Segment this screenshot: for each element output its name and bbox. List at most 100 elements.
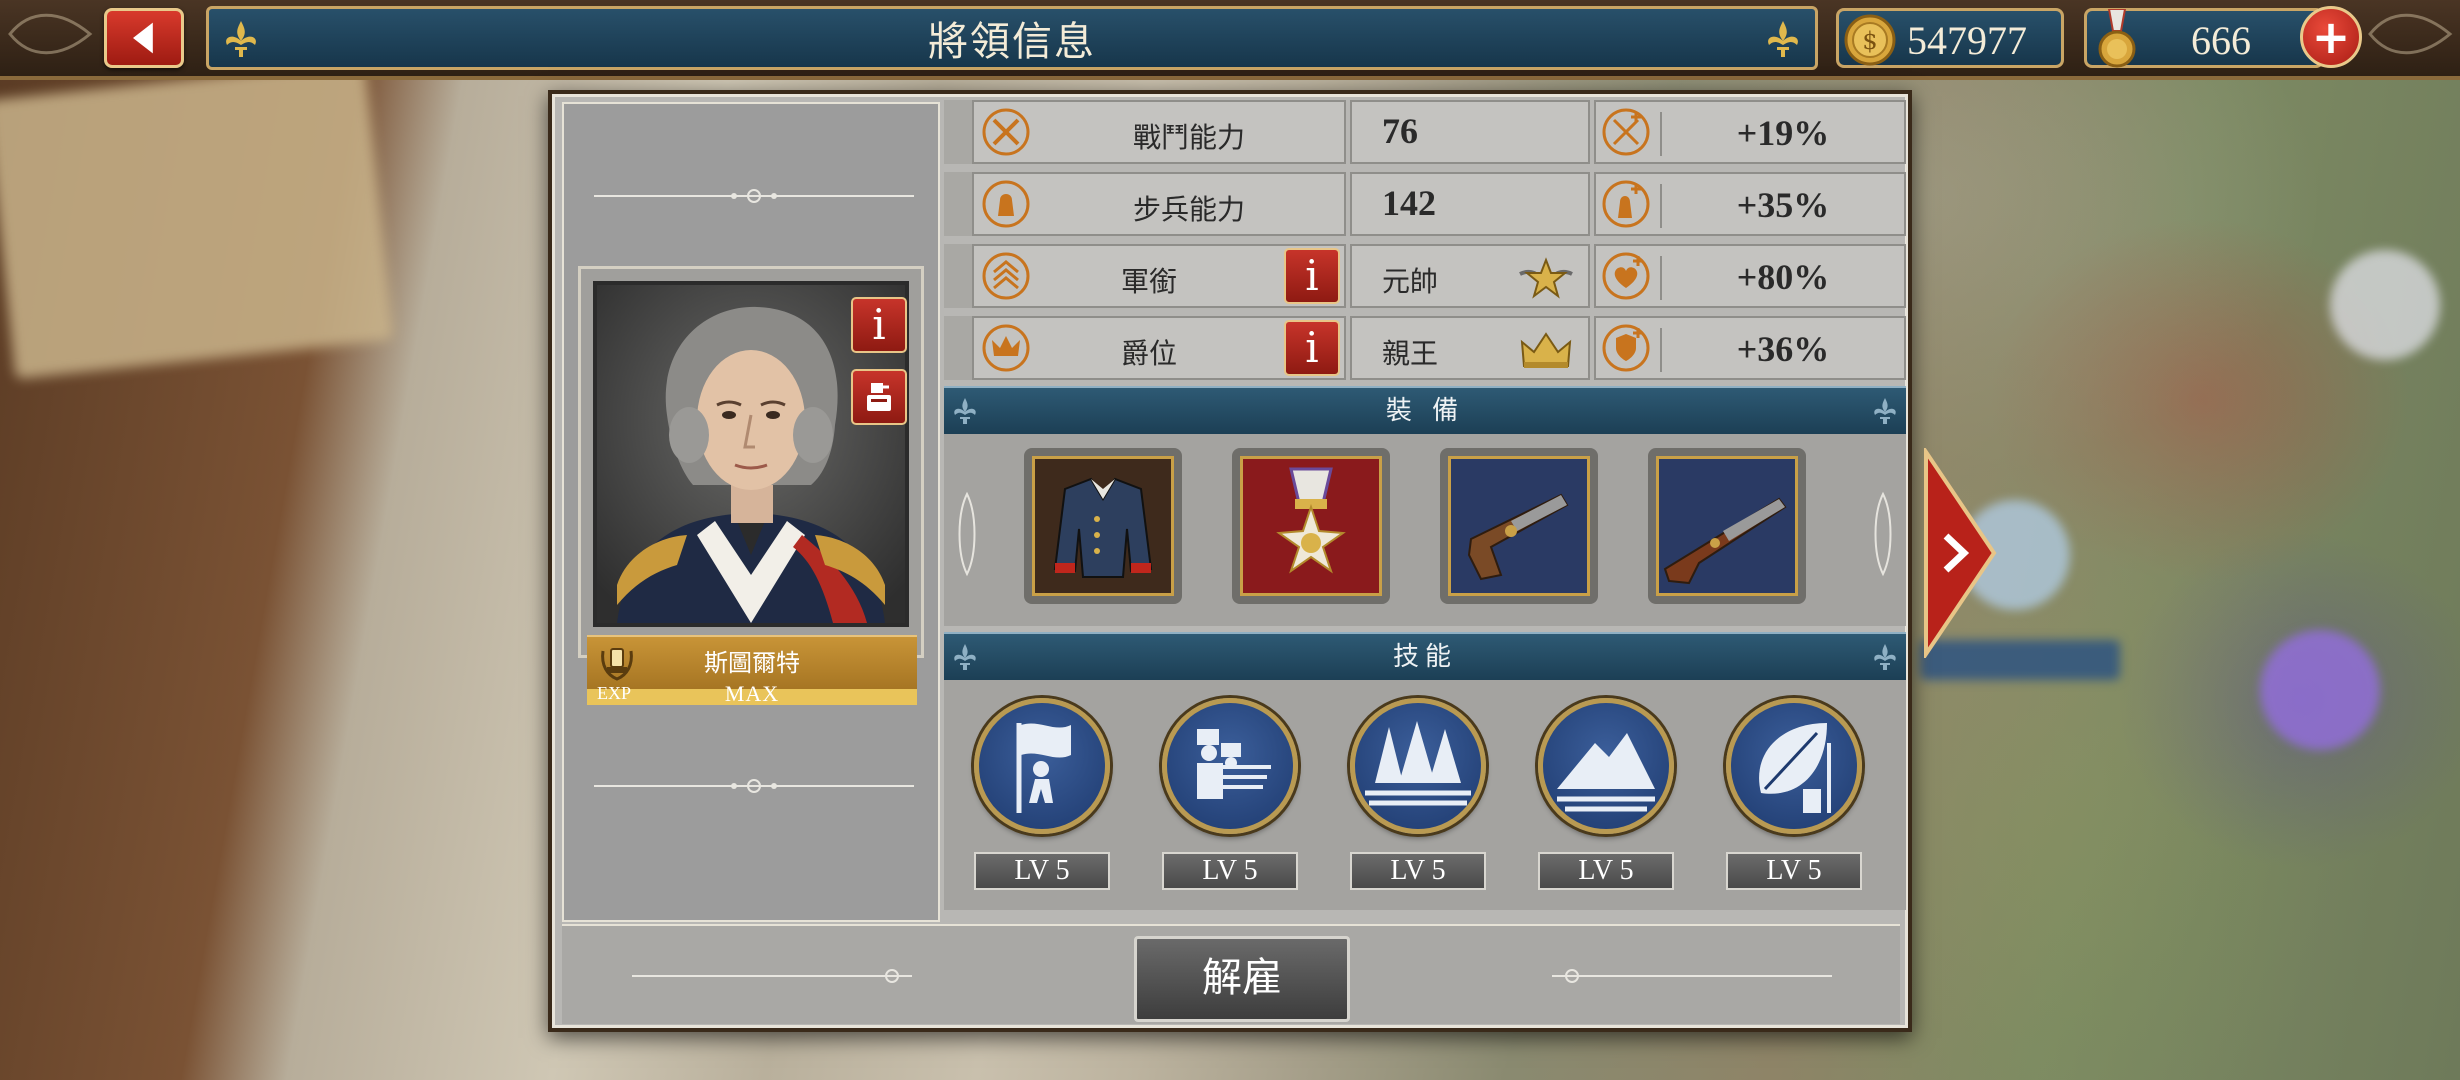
action-bar: 解雇 bbox=[562, 924, 1900, 1024]
skill-level: LV 5 bbox=[974, 852, 1110, 890]
stat-label: 軍銜 bbox=[1120, 265, 1177, 298]
scroll-document-icon bbox=[867, 383, 891, 411]
chevron-rank-icon bbox=[982, 252, 1030, 300]
side-ornament-icon bbox=[958, 491, 976, 577]
gold-coin-icon: $ bbox=[1844, 14, 1896, 66]
stat-label: 戰鬥能力 bbox=[1132, 121, 1245, 154]
ornament-icon bbox=[2368, 13, 2453, 55]
musket-icon bbox=[1663, 497, 1787, 585]
equipment-slot-uniform[interactable] bbox=[1024, 448, 1182, 604]
stat-label: 爵位 bbox=[1120, 337, 1177, 370]
fleur-de-lis-icon bbox=[1874, 644, 1896, 670]
divider-ornament-icon bbox=[1552, 969, 1832, 983]
fleur-de-lis-icon bbox=[1768, 21, 1798, 57]
title-info-button[interactable]: i bbox=[1284, 320, 1340, 376]
crown-icon bbox=[982, 324, 1030, 372]
stat-bonus: +19% bbox=[1660, 112, 1904, 156]
shield-bonus-icon bbox=[1602, 324, 1650, 372]
stats-table: 戰鬥能力 76 +19% 步兵能力 142 +35% 軍銜 i 元帥 +80% … bbox=[944, 98, 1906, 386]
equipment-slot-musket[interactable] bbox=[1648, 448, 1806, 604]
leaf-defense-icon bbox=[1759, 723, 1831, 813]
row-ornament bbox=[944, 172, 972, 236]
skill-slot[interactable]: LV 5 bbox=[1162, 698, 1298, 890]
divider-ornament-icon bbox=[632, 969, 912, 983]
uniform-icon bbox=[1053, 477, 1153, 578]
equipment-slot-medal[interactable] bbox=[1232, 448, 1390, 604]
infantry-helmet-icon bbox=[982, 180, 1030, 228]
background-marker bbox=[2260, 630, 2380, 750]
general-name: 斯圖爾特 bbox=[704, 649, 800, 677]
skill-slot[interactable]: LV 5 bbox=[1350, 698, 1486, 890]
skill-level: LV 5 bbox=[1726, 852, 1862, 890]
skill-slot[interactable]: LV 5 bbox=[1726, 698, 1862, 890]
combat-bonus-icon bbox=[1602, 108, 1650, 156]
stat-bonus: +80% bbox=[1660, 256, 1904, 300]
fleur-de-lis-icon bbox=[954, 644, 976, 670]
marshal-star-icon bbox=[1519, 257, 1573, 299]
title-bar: 將領信息 bbox=[206, 6, 1818, 70]
infantry-bonus-icon bbox=[1602, 180, 1650, 228]
stat-value: 元帥 bbox=[1382, 265, 1439, 298]
skill-slot[interactable]: LV 5 bbox=[974, 698, 1110, 890]
portrait-frame: i 斯圖爾特 EXP MAX bbox=[578, 266, 924, 706]
fleur-de-lis-icon bbox=[1874, 398, 1896, 424]
medal-currency-icon bbox=[2098, 9, 2136, 68]
pistol-icon bbox=[1467, 493, 1569, 581]
row-ornament bbox=[944, 244, 972, 308]
page-title: 將領信息 bbox=[928, 19, 1096, 65]
infantry-volley-icon bbox=[1197, 729, 1271, 799]
ornament-icon bbox=[8, 13, 93, 55]
stat-row-combat: 戰鬥能力 76 +19% bbox=[944, 98, 1906, 166]
crossed-swords-icon bbox=[982, 108, 1030, 156]
medal-icon bbox=[1276, 467, 1346, 574]
stat-value: 142 bbox=[1382, 183, 1436, 223]
next-general-button[interactable] bbox=[1920, 448, 1998, 658]
portrait-info-button[interactable]: i bbox=[851, 297, 907, 353]
divider-ornament-icon bbox=[594, 779, 914, 793]
medal-amount: 666 bbox=[2191, 18, 2251, 63]
skill-level: LV 5 bbox=[1162, 852, 1298, 890]
row-ornament bbox=[944, 100, 972, 164]
rank-info-button[interactable]: i bbox=[1284, 248, 1340, 304]
divider-ornament-icon bbox=[594, 189, 914, 203]
stat-value: 親王 bbox=[1382, 337, 1439, 370]
equipment-slot-pistol[interactable] bbox=[1440, 448, 1598, 604]
top-bar: 將領信息 $ 547977 666 + bbox=[0, 0, 2460, 80]
stat-row-infantry: 步兵能力 142 +35% bbox=[944, 170, 1906, 238]
fleur-de-lis-icon bbox=[226, 21, 256, 57]
forest-terrain-icon bbox=[1365, 721, 1471, 806]
skill-level: LV 5 bbox=[1538, 852, 1674, 890]
gold-amount: 547977 bbox=[1907, 18, 2027, 63]
skills-header: 技能 bbox=[944, 632, 1906, 680]
skill-level: LV 5 bbox=[1350, 852, 1486, 890]
flag-bearer-icon bbox=[1016, 723, 1071, 813]
row-ornament bbox=[944, 316, 972, 380]
equipment-title: 裝 備 bbox=[1385, 396, 1465, 426]
side-ornament-icon bbox=[1874, 491, 1892, 577]
gold-counter: $ 547977 bbox=[1836, 8, 2064, 68]
stat-row-title: 爵位 i 親王 +36% bbox=[944, 314, 1906, 382]
skill-slot[interactable]: LV 5 bbox=[1538, 698, 1674, 890]
back-button[interactable] bbox=[104, 8, 184, 68]
fleur-de-lis-icon bbox=[954, 398, 976, 424]
background-book bbox=[0, 60, 394, 380]
stat-label: 步兵能力 bbox=[1132, 193, 1245, 226]
medal-counter: 666 bbox=[2084, 8, 2324, 68]
general-nameplate: 斯圖爾特 EXP MAX bbox=[587, 635, 917, 706]
general-info-panel: i 斯圖爾特 EXP MAX 戰鬥能力 76 +19% 步兵能力 142 +35… bbox=[548, 90, 1912, 1032]
equipment-area bbox=[944, 434, 1906, 626]
stat-bonus: +36% bbox=[1660, 328, 1904, 372]
dismiss-button[interactable]: 解雇 bbox=[1134, 936, 1350, 1022]
exp-value: MAX bbox=[724, 681, 780, 706]
general-details-button[interactable] bbox=[851, 369, 907, 425]
stat-value: 76 bbox=[1382, 111, 1418, 151]
skills-title: 技能 bbox=[1392, 642, 1457, 672]
background-marker bbox=[2330, 250, 2440, 360]
prince-crown-icon bbox=[1520, 332, 1572, 368]
add-currency-button[interactable]: + bbox=[2300, 6, 2362, 68]
equipment-header: 裝 備 bbox=[944, 386, 1906, 434]
stat-bonus: +35% bbox=[1660, 184, 1904, 228]
back-arrow-icon bbox=[133, 22, 153, 54]
heart-bonus-icon bbox=[1602, 252, 1650, 300]
svg-text:$: $ bbox=[1862, 27, 1877, 55]
